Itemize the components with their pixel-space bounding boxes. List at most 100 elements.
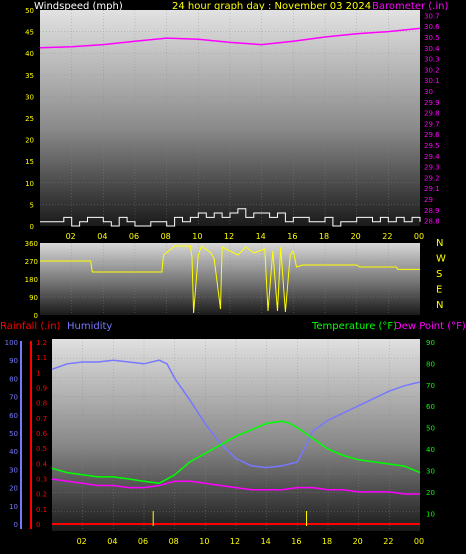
- direction-tick-label: 360: [25, 240, 38, 248]
- temperature-tick-label: 60: [426, 403, 435, 411]
- rain-axis: 1.2 1.1 1 0.9 0.8 0.7 0.6 0.5 0.4 0.3 0.2 0.1 0: [30, 339, 48, 529]
- temperature-tick-label: 80: [426, 360, 435, 368]
- rain-tick-label: 0.1: [36, 506, 47, 514]
- x-axis-ticks-top: 02 04 06 08 10 12 14 16 18 20 22 00: [66, 232, 425, 241]
- wind-tick-label: 10: [25, 180, 34, 188]
- wind-tick-label: 0: [30, 223, 34, 231]
- baro-tick-label: 30.2: [424, 66, 440, 74]
- humidity-axis: 1009080706050403020100: [5, 339, 22, 529]
- direction-axis: 360 270 180 90 0: [25, 240, 38, 320]
- temperature-tick-label: 70: [426, 382, 435, 390]
- wind-tick-label: 35: [25, 72, 34, 80]
- rain-tick-label: 1: [36, 369, 40, 377]
- baro-tick-label: 30.3: [424, 56, 440, 64]
- direction-tick-label: 180: [25, 276, 38, 284]
- baro-tick-label: 29.4: [424, 153, 440, 161]
- rain-tick-label: 0.6: [36, 430, 48, 438]
- weather-graph-page: Windspeed (mph) 24 hour graph day : Nove…: [0, 0, 466, 554]
- dewpoint-label: Dew Point (°F): [394, 321, 466, 332]
- wind-tick-label: 15: [25, 158, 34, 166]
- x-axis-ticks-bottom: 02 04 06 08 10 12 14 16 18 20 22 00: [77, 537, 425, 546]
- baro-tick-label: 28.8: [424, 218, 440, 226]
- x-tick-label: 10: [192, 232, 202, 241]
- wind-tick-label: 5: [30, 201, 34, 209]
- baro-tick-label: 28.9: [424, 207, 440, 215]
- direction-tick-label: 270: [25, 258, 38, 266]
- direction-tick-label: 0: [34, 312, 38, 320]
- humidity-tick-label: 10: [9, 503, 18, 511]
- x-tick-label: 16: [287, 232, 297, 241]
- rain-tick-label: 0.7: [36, 415, 47, 423]
- baro-tick-label: 30.5: [424, 34, 440, 42]
- baro-tick-label: 29.5: [424, 142, 440, 150]
- humidity-label: Humidity: [67, 321, 112, 332]
- baro-tick-label: 29.7: [424, 120, 440, 128]
- x-tick-label: 04: [107, 537, 117, 546]
- humidity-tick-label: 30: [9, 466, 18, 474]
- rain-tick-label: 0.8: [36, 400, 47, 408]
- x-tick-label: 20: [353, 537, 363, 546]
- wind-tick-label: 20: [25, 137, 34, 145]
- humidity-tick-label: 50: [9, 430, 18, 438]
- temperature-tick-label: 20: [426, 489, 435, 497]
- x-tick-label: 10: [199, 537, 209, 546]
- compass-label: N: [436, 300, 443, 311]
- x-tick-label: 06: [129, 232, 139, 241]
- humidity-tick-label: 60: [9, 412, 18, 420]
- x-tick-label: 00: [414, 537, 424, 546]
- x-tick-label: 06: [138, 537, 148, 546]
- rainfall-label: Rainfall (.in): [0, 321, 61, 332]
- rain-tick-label: 0.9: [36, 385, 47, 393]
- humidity-tick-label: 80: [9, 375, 18, 383]
- temperature-tick-label: 30: [426, 467, 435, 475]
- x-tick-label: 04: [97, 232, 107, 241]
- baro-tick-label: 29.2: [424, 174, 440, 182]
- x-tick-label: 22: [382, 232, 392, 241]
- x-tick-label: 08: [169, 537, 179, 546]
- x-tick-label: 16: [291, 537, 301, 546]
- x-tick-label: 22: [383, 537, 393, 546]
- x-tick-label: 18: [322, 537, 332, 546]
- wind-axis: 50454035302520151050: [25, 7, 34, 231]
- baro-tick-label: 30.6: [424, 23, 440, 31]
- humidity-tick-label: 90: [9, 357, 18, 365]
- compass-labels: NWSEN: [436, 238, 446, 311]
- rain-tick-label: 1.1: [36, 354, 47, 362]
- baro-tick-label: 29.6: [424, 131, 440, 139]
- x-tick-label: 20: [351, 232, 361, 241]
- baro-tick-label: 29.3: [424, 164, 440, 172]
- baro-axis: 30.7 30.6 30.5 30.4 30.3 30.2 30.1 30 29.9 29.8 29…: [424, 12, 440, 225]
- rain-tick-label: 1.2: [36, 339, 47, 347]
- x-tick-label: 18: [319, 232, 329, 241]
- x-tick-label: 14: [261, 537, 271, 546]
- x-tick-label: 02: [77, 537, 87, 546]
- temperature-label: Temperature (°F): [311, 321, 397, 332]
- rain-tick-label: 0.2: [36, 491, 47, 499]
- wind-tick-label: 25: [25, 115, 34, 123]
- baro-tick-label: 29.8: [424, 110, 440, 118]
- temperature-axis: 90 80 70 60 50 40 30 20 10: [426, 339, 435, 518]
- baro-tick-label: 30: [424, 88, 433, 96]
- baro-tick-label: 30.4: [424, 45, 440, 53]
- x-tick-label: 00: [414, 232, 424, 241]
- x-tick-label: 08: [161, 232, 171, 241]
- wind-tick-label: 40: [25, 50, 34, 58]
- compass-label: E: [436, 285, 442, 296]
- compass-label: W: [436, 254, 446, 265]
- baro-tick-label: 29.9: [424, 99, 440, 107]
- x-tick-label: 12: [230, 537, 240, 546]
- humidity-tick-label: 0: [14, 521, 18, 529]
- temperature-tick-label: 10: [426, 510, 435, 518]
- weather-charts-svg: Windspeed (mph) 24 hour graph day : Nove…: [0, 1, 466, 546]
- baro-tick-label: 29: [424, 196, 433, 204]
- baro-tick-label: 30.1: [424, 77, 440, 85]
- temperature-tick-label: 50: [426, 425, 435, 433]
- temperature-tick-label: 90: [426, 339, 435, 347]
- direction-tick-label: 90: [29, 294, 38, 302]
- rain-tick-label: 0.3: [36, 476, 47, 484]
- compass-label: S: [436, 269, 442, 280]
- humidity-tick-label: 20: [9, 485, 18, 493]
- humidity-tick-label: 100: [5, 339, 18, 347]
- x-tick-label: 02: [66, 232, 76, 241]
- compass-label: N: [436, 238, 443, 249]
